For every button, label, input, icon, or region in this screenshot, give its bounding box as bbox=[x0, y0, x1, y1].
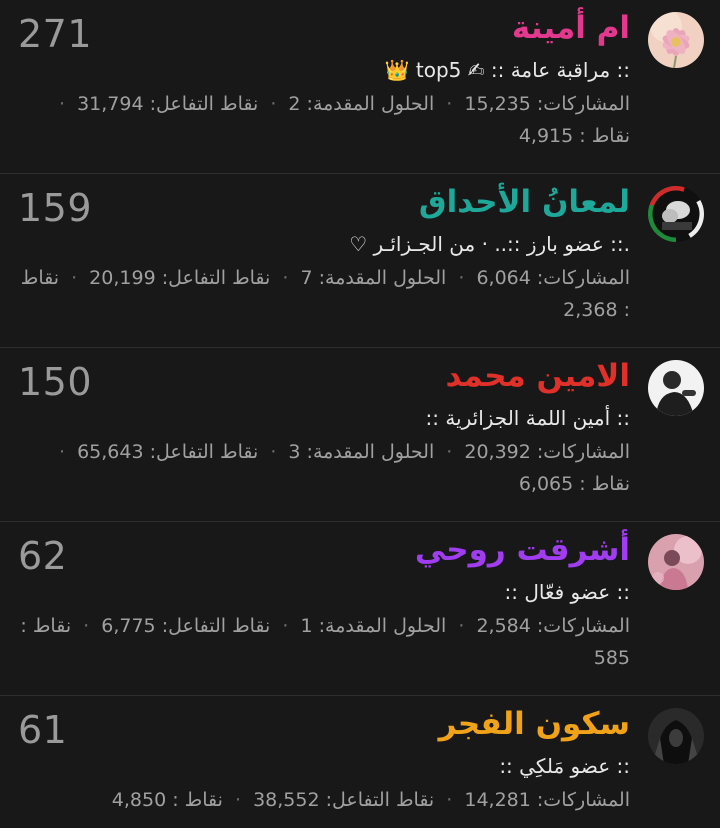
separator: · bbox=[270, 441, 277, 463]
separator: · bbox=[83, 615, 90, 637]
reactions-label: نقاط التفاعل: bbox=[149, 93, 259, 115]
pink-avatar[interactable] bbox=[648, 534, 704, 590]
posts-value: 14,281 bbox=[464, 789, 531, 811]
points-value: 6,065 bbox=[518, 473, 574, 495]
solutions-label: الحلول المقدمة: bbox=[306, 441, 435, 463]
hooded-avatar[interactable] bbox=[648, 708, 704, 764]
solutions-label: الحلول المقدمة: bbox=[318, 615, 447, 637]
member-row[interactable]: 159 لمعانُ الأحداق .:: عضو بارز ::.. · م… bbox=[0, 174, 720, 348]
member-info: سكون الفجر :: عضو مَلكِي :: المشاركات: 1… bbox=[18, 700, 630, 816]
reactions-label: نقاط التفاعل: bbox=[161, 615, 271, 637]
member-stats: المشاركات: 6,064 · الحلول المقدمة: 7 · ن… bbox=[18, 262, 630, 326]
reactions-value: 65,643 bbox=[77, 441, 144, 463]
points-label: نقاط : bbox=[579, 125, 630, 147]
member-row[interactable]: 62 أشرقت روحي :: عضو فعّال :: المشاركات:… bbox=[0, 522, 720, 696]
points-label: نقاط : bbox=[20, 615, 72, 637]
points-label: نقاط : bbox=[172, 789, 223, 811]
solutions-value: 7 bbox=[300, 267, 313, 289]
posts-label: المشاركات: bbox=[536, 267, 630, 289]
username[interactable]: أشرقت روحي bbox=[18, 526, 630, 574]
reactions-value: 31,794 bbox=[77, 93, 144, 115]
reactions-value: 20,199 bbox=[89, 267, 156, 289]
posts-label: المشاركات: bbox=[536, 93, 630, 115]
points-value: 585 bbox=[593, 647, 630, 669]
person-avatar[interactable] bbox=[648, 360, 704, 416]
member-row[interactable]: 271 ام أمينة :: مراقبة عامة :: ✍ top5 👑 bbox=[0, 0, 720, 174]
reactions-label: نقاط التفاعل: bbox=[149, 441, 259, 463]
reactions-label: نقاط التفاعل: bbox=[325, 789, 435, 811]
separator: · bbox=[446, 441, 453, 463]
member-info: ام أمينة :: مراقبة عامة :: ✍ top5 👑 المش… bbox=[18, 4, 630, 152]
member-title: :: عضو فعّال :: bbox=[504, 580, 630, 604]
posts-label: المشاركات: bbox=[536, 615, 630, 637]
member-stats: المشاركات: 20,392 · الحلول المقدمة: 3 · … bbox=[18, 436, 630, 500]
member-row[interactable]: 150 الامين محمد :: أمين اللمة الجزائرية … bbox=[0, 348, 720, 522]
member-row[interactable]: 61 سكون الفجر :: عضو مَلكِي :: المشاركات… bbox=[0, 696, 720, 826]
separator: · bbox=[458, 267, 465, 289]
member-list: 271 ام أمينة :: مراقبة عامة :: ✍ top5 👑 bbox=[0, 0, 720, 826]
algeria-avatar[interactable] bbox=[648, 186, 704, 242]
points-value: 4,915 bbox=[518, 125, 574, 147]
member-info: لمعانُ الأحداق .:: عضو بارز ::.. · من ال… bbox=[18, 178, 630, 326]
separator: · bbox=[71, 267, 78, 289]
member-info: الامين محمد :: أمين اللمة الجزائرية :: ا… bbox=[18, 352, 630, 500]
reactions-value: 6,775 bbox=[101, 615, 156, 637]
member-title: .:: عضو بارز ::.. · من الجـزائـر ♡ bbox=[349, 232, 630, 256]
solutions-value: 1 bbox=[300, 615, 313, 637]
username[interactable]: الامين محمد bbox=[18, 352, 630, 400]
posts-value: 6,064 bbox=[476, 267, 531, 289]
posts-label: المشاركات: bbox=[536, 789, 630, 811]
separator: · bbox=[282, 615, 289, 637]
member-info: أشرقت روحي :: عضو فعّال :: المشاركات: 2,… bbox=[18, 526, 630, 674]
posts-value: 20,392 bbox=[464, 441, 531, 463]
member-title: :: مراقبة عامة :: ✍ top5 👑 bbox=[384, 58, 630, 82]
separator: · bbox=[458, 615, 465, 637]
member-stats: المشاركات: 2,584 · الحلول المقدمة: 1 · ن… bbox=[18, 610, 630, 674]
solutions-label: الحلول المقدمة: bbox=[306, 93, 435, 115]
separator: · bbox=[59, 93, 66, 115]
points-value: 4,850 bbox=[111, 789, 167, 811]
separator: · bbox=[234, 789, 242, 811]
separator: · bbox=[59, 441, 66, 463]
posts-value: 2,584 bbox=[476, 615, 531, 637]
posts-value: 15,235 bbox=[464, 93, 531, 115]
username[interactable]: لمعانُ الأحداق bbox=[18, 178, 630, 226]
solutions-value: 3 bbox=[288, 441, 301, 463]
member-title: :: أمين اللمة الجزائرية :: bbox=[425, 406, 630, 430]
solutions-label: الحلول المقدمة: bbox=[318, 267, 447, 289]
reactions-label: نقاط التفاعل: bbox=[161, 267, 271, 289]
username[interactable]: ام أمينة bbox=[18, 4, 630, 52]
username[interactable]: سكون الفجر bbox=[18, 700, 630, 748]
posts-label: المشاركات: bbox=[536, 441, 630, 463]
separator: · bbox=[446, 789, 453, 811]
member-stats: المشاركات: 15,235 · الحلول المقدمة: 2 · … bbox=[18, 88, 630, 152]
flower-avatar[interactable] bbox=[648, 12, 704, 68]
separator: · bbox=[270, 93, 277, 115]
points-label: نقاط : bbox=[579, 473, 630, 495]
member-stats: المشاركات: 14,281 · نقاط التفاعل: 38,552… bbox=[18, 784, 630, 816]
member-title: :: عضو مَلكِي :: bbox=[499, 754, 630, 778]
reactions-value: 38,552 bbox=[253, 789, 320, 811]
separator: · bbox=[446, 93, 453, 115]
points-value: 2,368 bbox=[563, 299, 618, 321]
separator: · bbox=[282, 267, 289, 289]
solutions-value: 2 bbox=[288, 93, 301, 115]
